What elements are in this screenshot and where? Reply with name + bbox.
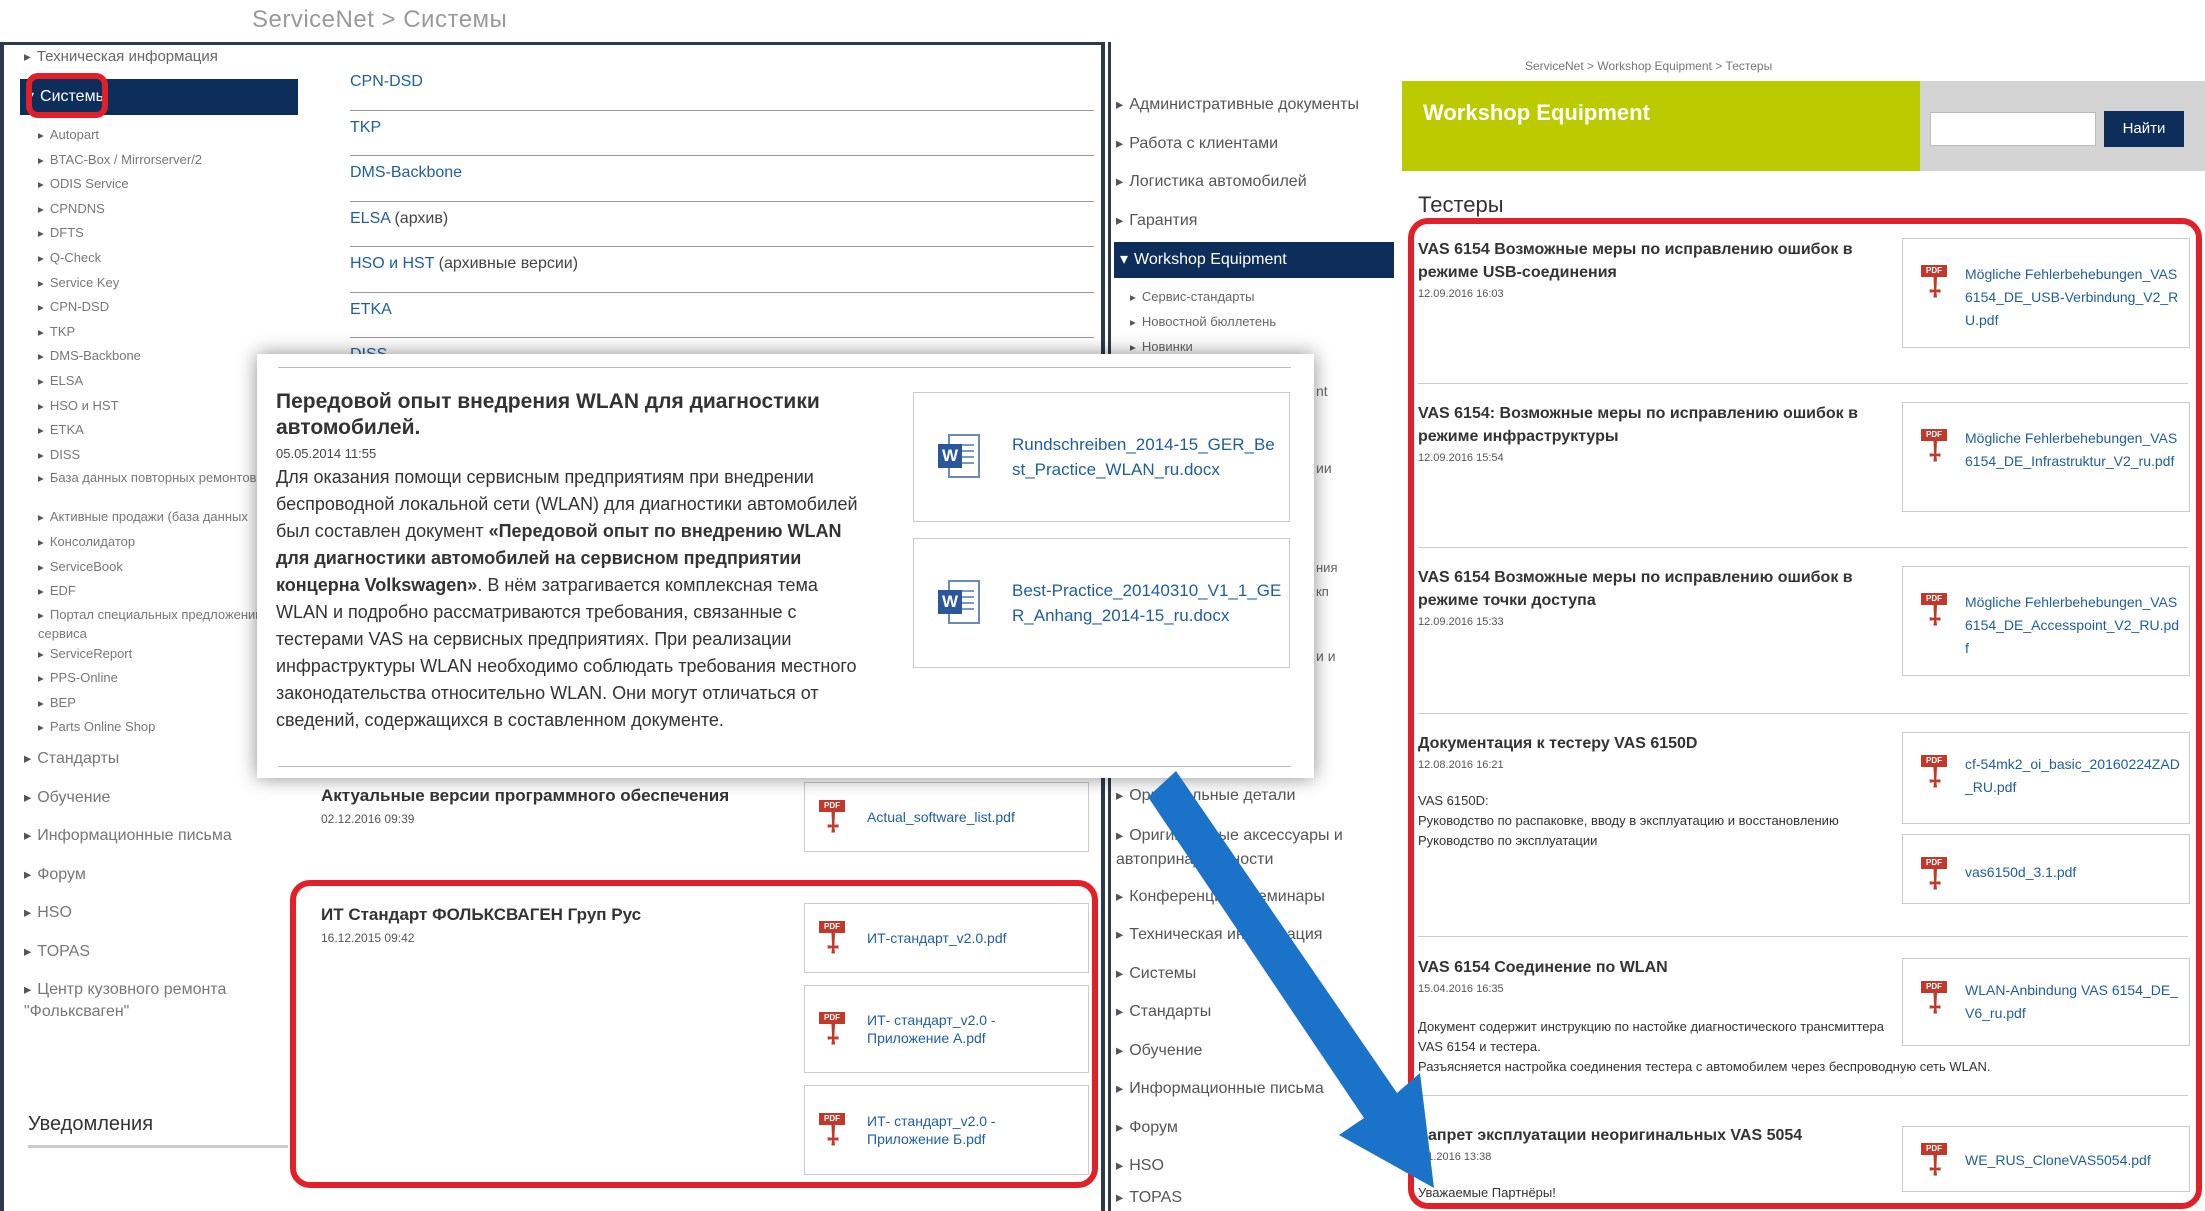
- sidebar-item[interactable]: Конференции и семинары: [1114, 878, 1394, 917]
- system-link[interactable]: HSO и HST: [350, 255, 434, 272]
- highlight-systems-nav: [26, 73, 108, 118]
- sidebar-subitem[interactable]: DFTS: [20, 221, 298, 246]
- highlight-it-standard: [290, 880, 1098, 1188]
- divider: [278, 766, 1291, 767]
- sidebar-item[interactable]: TOPAS: [20, 933, 298, 972]
- section-title: Тестеры: [1418, 192, 1504, 217]
- article-date: 02.12.2016 09:39: [321, 812, 415, 826]
- list-item: TKP: [350, 111, 1094, 156]
- sidebar-item[interactable]: Стандарты: [1114, 993, 1394, 1032]
- sidebar-item[interactable]: Центр кузовного ремонта "Фольксваген": [20, 971, 298, 1027]
- sidebar-item[interactable]: Системы: [1114, 955, 1394, 994]
- systems-list: CPN-DSD TKP DMS-Backbone ELSA (архив) HS…: [350, 65, 1094, 384]
- sidebar-subitem[interactable]: Новостной бюллетень: [1114, 309, 1394, 334]
- sidebar-item-workshop-equipment-active[interactable]: Workshop Equipment: [1114, 242, 1394, 278]
- popup-title: Передовой опыт внедрения WLAN для диагно…: [276, 390, 820, 439]
- search-button[interactable]: Найти: [2104, 111, 2184, 147]
- list-item: HSO и HST (архивные версии): [350, 247, 1094, 293]
- docx-file-link[interactable]: W Best-Practice_20140310_V1_1_GER_Anhang…: [913, 538, 1290, 668]
- sidebar-item[interactable]: HSO: [1114, 1147, 1394, 1186]
- right-sidebar: Административные документы Работа с клие…: [1114, 86, 1394, 359]
- banner-title: Workshop Equipment: [1423, 100, 1650, 125]
- sidebar-item[interactable]: Техническая информация: [1114, 916, 1394, 955]
- system-link[interactable]: CPN-DSD: [350, 73, 423, 90]
- workshop-equipment-banner: [1402, 81, 1920, 171]
- sidebar-item[interactable]: Логистика автомобилей: [1114, 163, 1394, 202]
- highlight-testers-list: [1408, 218, 2202, 1209]
- sidebar-item[interactable]: Работа с клиентами: [1114, 125, 1394, 164]
- right-sidebar-lower: Оригинальные детали Оригинальные аксессу…: [1114, 777, 1394, 1210]
- system-link[interactable]: DMS-Backbone: [350, 164, 462, 181]
- divider: [28, 1145, 288, 1148]
- list-item: CPN-DSD: [350, 65, 1094, 111]
- word-doc-icon: W: [938, 432, 984, 482]
- word-doc-icon: W: [938, 578, 984, 628]
- sidebar-subitem[interactable]: Сервис-стандарты: [1114, 284, 1394, 309]
- sidebar-item[interactable]: Форум: [20, 856, 298, 895]
- sidebar-item[interactable]: Обучение: [20, 779, 298, 818]
- article-title: Актуальные версии программного обеспечен…: [321, 786, 730, 805]
- system-link[interactable]: ETKA: [350, 301, 392, 318]
- sidebar-fragment: кп: [1316, 584, 1329, 599]
- search-input[interactable]: [1930, 112, 2096, 146]
- sidebar-item-tech-info[interactable]: Техническая информация: [20, 45, 298, 69]
- right-breadcrumb: ServiceNet > Workshop Equipment > Тестер…: [1525, 59, 1773, 73]
- sidebar-item[interactable]: Гарантия: [1114, 202, 1394, 241]
- sidebar-item[interactable]: Форум: [1114, 1109, 1394, 1148]
- sidebar-subitem[interactable]: CPNDNS: [20, 197, 298, 222]
- popup-date: 05.05.2014 11:55: [276, 446, 377, 461]
- file-link[interactable]: PDF ⸸ Actual_software_list.pdf: [804, 782, 1089, 852]
- sidebar-fragment: nt: [1316, 383, 1328, 399]
- sidebar-subitem[interactable]: Q-Check: [20, 246, 298, 271]
- sidebar-fragment: ии: [1316, 460, 1332, 476]
- sidebar-item[interactable]: HSO: [20, 894, 298, 933]
- pdf-icon: PDF ⸸: [819, 798, 855, 836]
- sidebar-subitem[interactable]: TKP: [20, 320, 298, 345]
- sidebar-item[interactable]: TOPAS: [1114, 1186, 1394, 1210]
- divider: [278, 367, 1291, 368]
- sidebar-item[interactable]: Оригинальные аксессуары и автопринадлежн…: [1114, 816, 1394, 878]
- system-link[interactable]: ELSA: [350, 210, 390, 227]
- sidebar-subitem[interactable]: CPN-DSD: [20, 295, 298, 320]
- sidebar-subitem[interactable]: BTAC-Box / Mirrorserver/2: [20, 148, 298, 173]
- sidebar-subitem[interactable]: ODIS Service: [20, 172, 298, 197]
- list-item: ELSA (архив): [350, 202, 1094, 247]
- sidebar-item[interactable]: Оригинальные детали: [1114, 777, 1394, 816]
- sidebar-item[interactable]: Информационные письма: [1114, 1070, 1394, 1109]
- list-item: DMS-Backbone: [350, 156, 1094, 202]
- notifications-title: Уведомления: [28, 1113, 154, 1135]
- sidebar-item[interactable]: Информационные письма: [20, 817, 298, 856]
- list-item: ETKA: [350, 293, 1094, 338]
- left-breadcrumb: ServiceNet > Системы: [252, 6, 508, 33]
- docx-file-link[interactable]: W Rundschreiben_2014-15_GER_Best_Practic…: [913, 392, 1290, 522]
- system-link[interactable]: TKP: [350, 119, 381, 136]
- sidebar-subitem[interactable]: Service Key: [20, 271, 298, 296]
- sidebar-subitem[interactable]: Autopart: [20, 123, 298, 148]
- sidebar-item[interactable]: Обучение: [1114, 1032, 1394, 1071]
- sidebar-item[interactable]: Административные документы: [1114, 86, 1394, 125]
- sidebar-fragment: ния: [1316, 560, 1338, 575]
- sidebar-fragment: и и: [1316, 648, 1336, 664]
